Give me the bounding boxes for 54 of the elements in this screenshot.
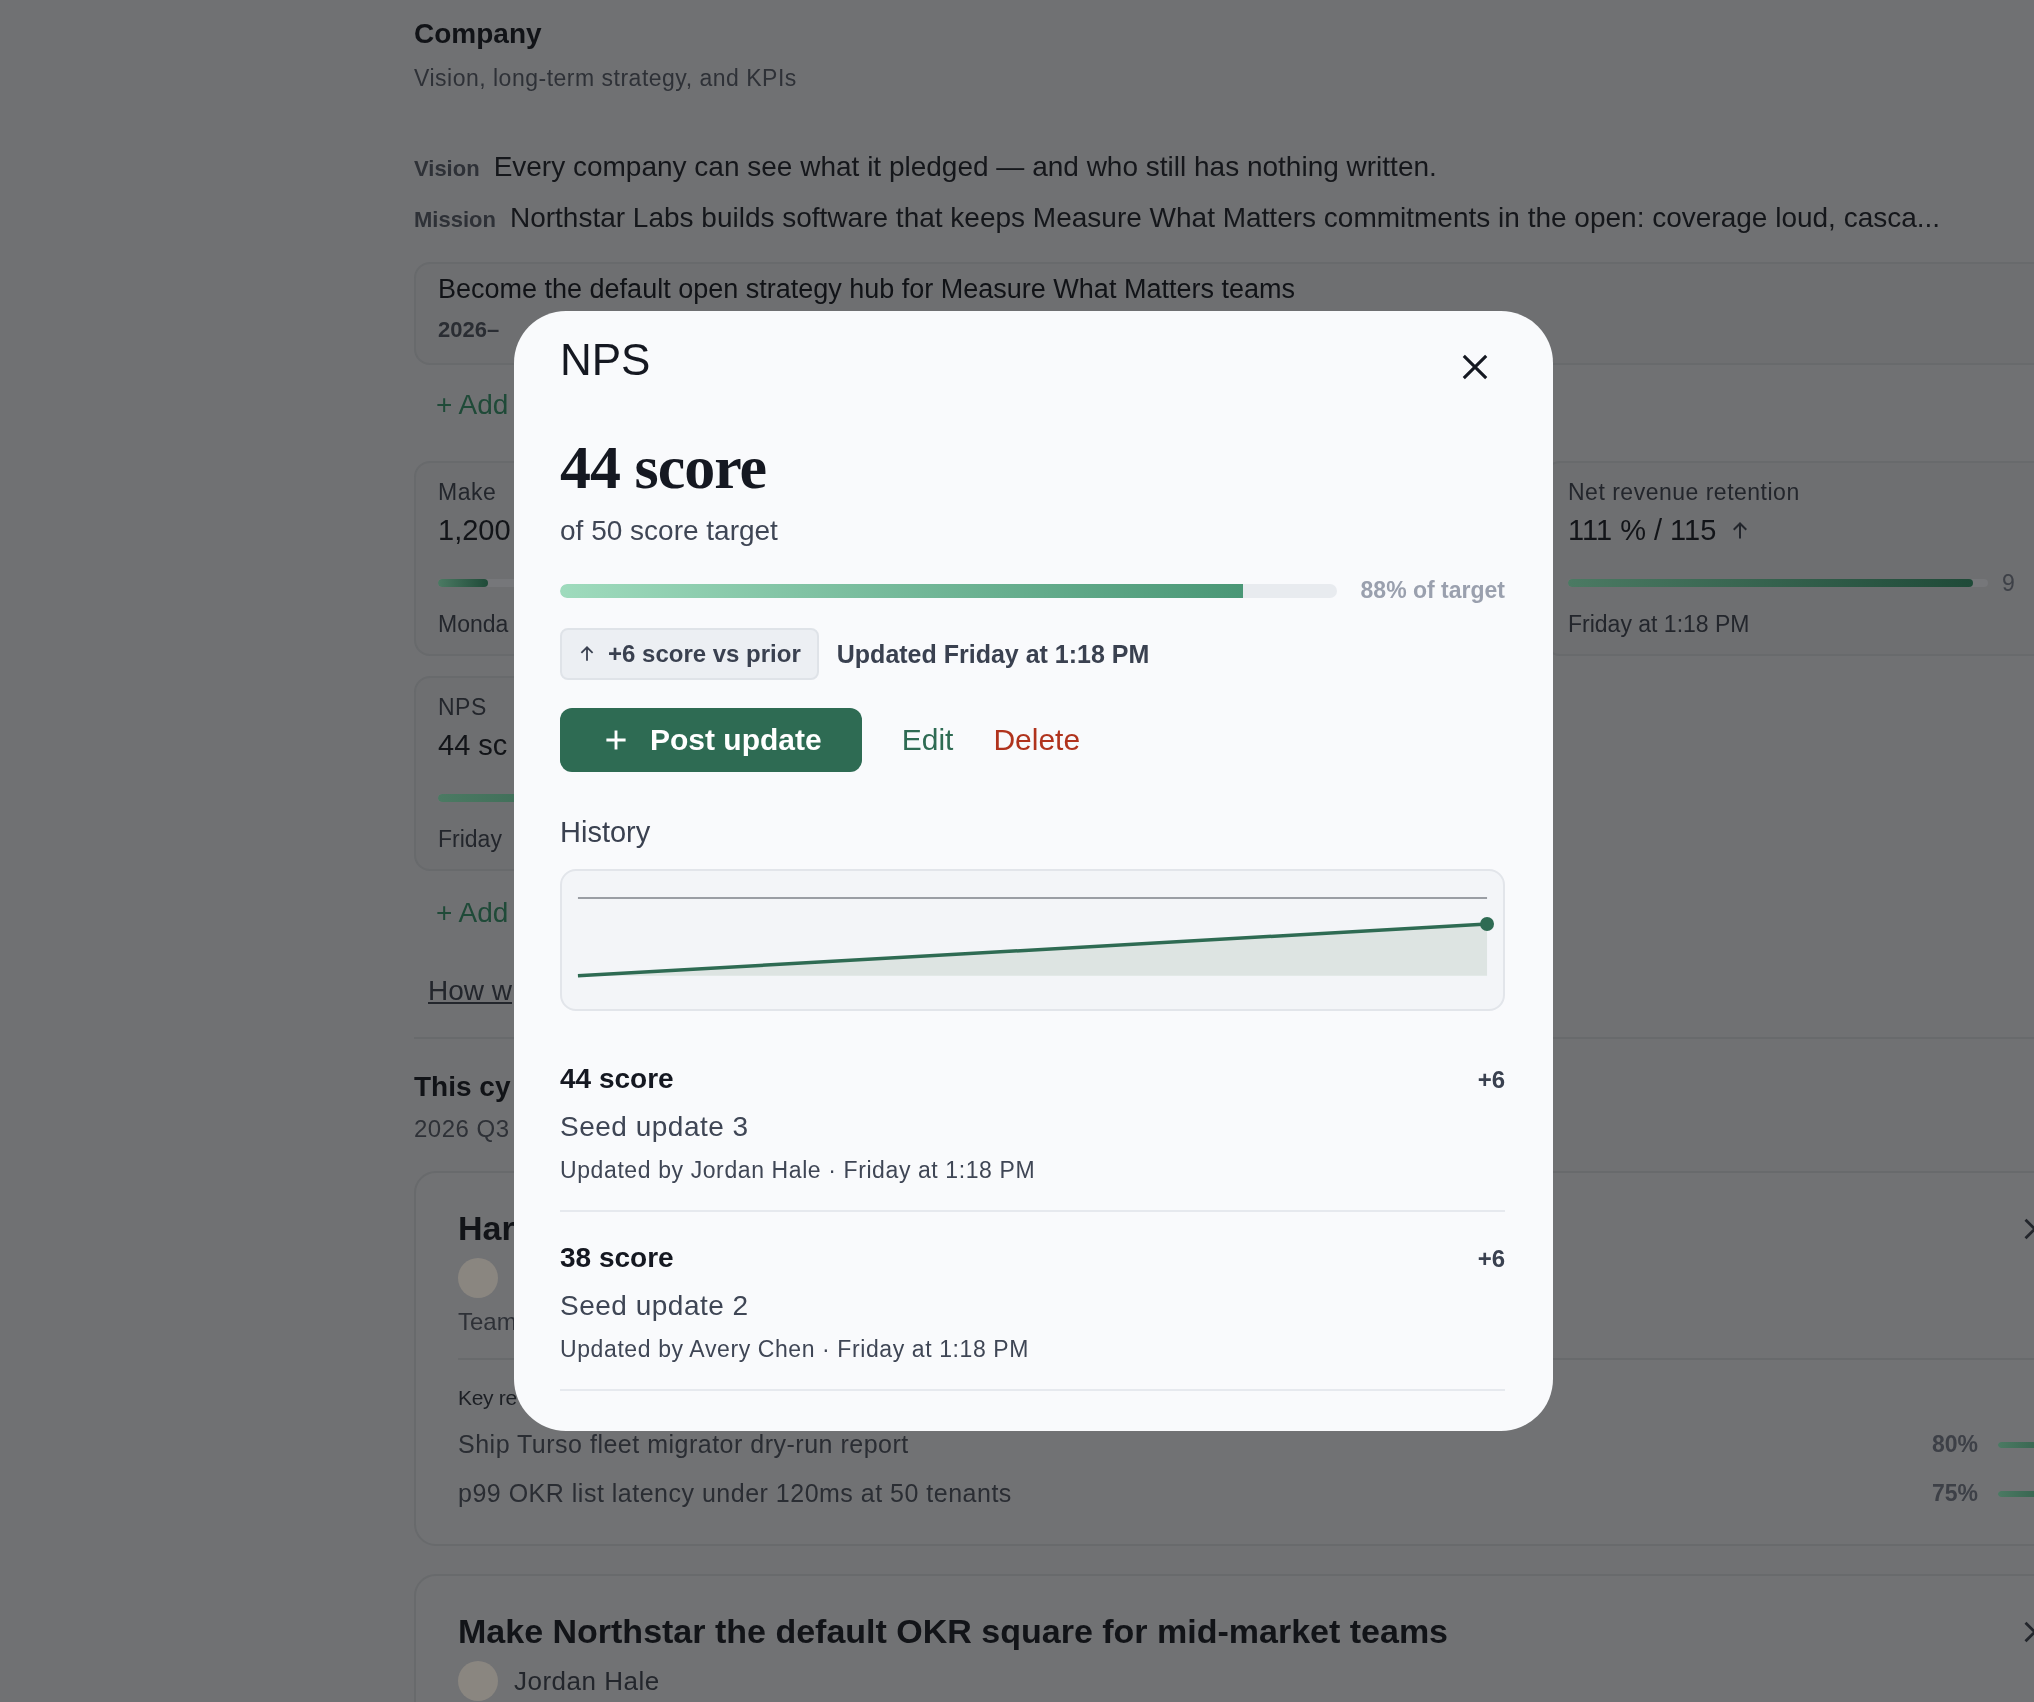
updated-time: Friday at 1:18 PM	[1568, 611, 1750, 638]
objective-title: Become the default open strategy hub for Measure What Matters teams	[438, 274, 1295, 305]
avatar	[458, 1661, 498, 1701]
arrow-up-icon	[578, 645, 596, 663]
close-icon	[1461, 353, 1489, 381]
post-update-button[interactable]: Post update	[560, 708, 862, 772]
edit-button[interactable]: Edit	[901, 723, 954, 757]
owner-name: Jordan Hale	[514, 1665, 660, 1697]
cycle-period: 2026 Q3	[414, 1115, 510, 1143]
help-link[interactable]: How w	[428, 975, 512, 1007]
plus-icon	[604, 728, 628, 752]
delta-text: +6 score vs prior	[608, 640, 801, 668]
key-results-heading: Key re	[458, 1386, 517, 1410]
key-result-title[interactable]: p99 OKR list latency under 120ms at 50 tenants	[458, 1479, 1012, 1508]
objective-title[interactable]: Make Northstar the default OKR square for mid-market teams	[458, 1612, 1449, 1651]
update-note: Seed update 3	[560, 1111, 749, 1143]
statement-text: Every company can see what it pledged — and who still has nothing written.	[493, 151, 1437, 183]
objective-period: 2026–	[438, 317, 500, 343]
update-note: Seed update 2	[560, 1290, 749, 1322]
key-result-title: NPS	[438, 694, 487, 721]
update-delta: +6	[1477, 1245, 1505, 1273]
key-result-title[interactable]: Ship Turso fleet migrator dry-run report	[458, 1430, 909, 1459]
add-link[interactable]: + Add	[436, 389, 509, 421]
key-result-value: 44 sc	[438, 729, 508, 762]
statement-text: Northstar Labs builds software that keeps Measure What Matters commitments in the open: coverage loud, casca...	[509, 202, 1941, 234]
history-heading: History	[560, 816, 651, 849]
section-subtitle: Vision, long-term strategy, and KPIs	[414, 65, 797, 92]
avatar	[458, 1258, 498, 1298]
chevron-right-icon	[2022, 1216, 2034, 1241]
section-title: Company	[414, 18, 542, 50]
statement-label: Mission	[414, 207, 496, 233]
target-label: of 50 score target	[560, 515, 778, 547]
statement-label: Vision	[414, 156, 480, 182]
add-link[interactable]: + Add	[436, 897, 509, 929]
updated-time: Updated Friday at 1:18 PM	[836, 639, 1150, 669]
team-label: Team	[458, 1308, 517, 1336]
key-result-value: 1,200	[438, 514, 511, 547]
delete-button[interactable]: Delete	[993, 723, 1081, 757]
objective-title[interactable]: Har	[458, 1209, 515, 1248]
update-meta: Updated by Jordan Hale · Friday at 1:18 PM	[560, 1157, 1036, 1184]
update-delta: +6	[1477, 1066, 1505, 1094]
cycle-title: This cy	[414, 1071, 511, 1103]
update-value: 44 score	[560, 1063, 674, 1095]
chevron-right-icon	[2022, 1619, 2034, 1644]
update-value: 38 score	[560, 1242, 674, 1274]
key-result-value: 111 % / 115	[1568, 514, 1717, 547]
progress-label: 88% of target	[1360, 577, 1505, 604]
key-result-title: Net revenue retention	[1568, 479, 1800, 506]
updated-time: Friday	[438, 826, 502, 853]
dialog-title: NPS	[560, 335, 651, 385]
current-value: 44 score	[560, 432, 767, 503]
update-meta: Updated by Avery Chen · Friday at 1:18 PM	[560, 1336, 1030, 1363]
updated-time: Monda	[438, 611, 509, 638]
key-result-title: Make	[438, 479, 497, 506]
